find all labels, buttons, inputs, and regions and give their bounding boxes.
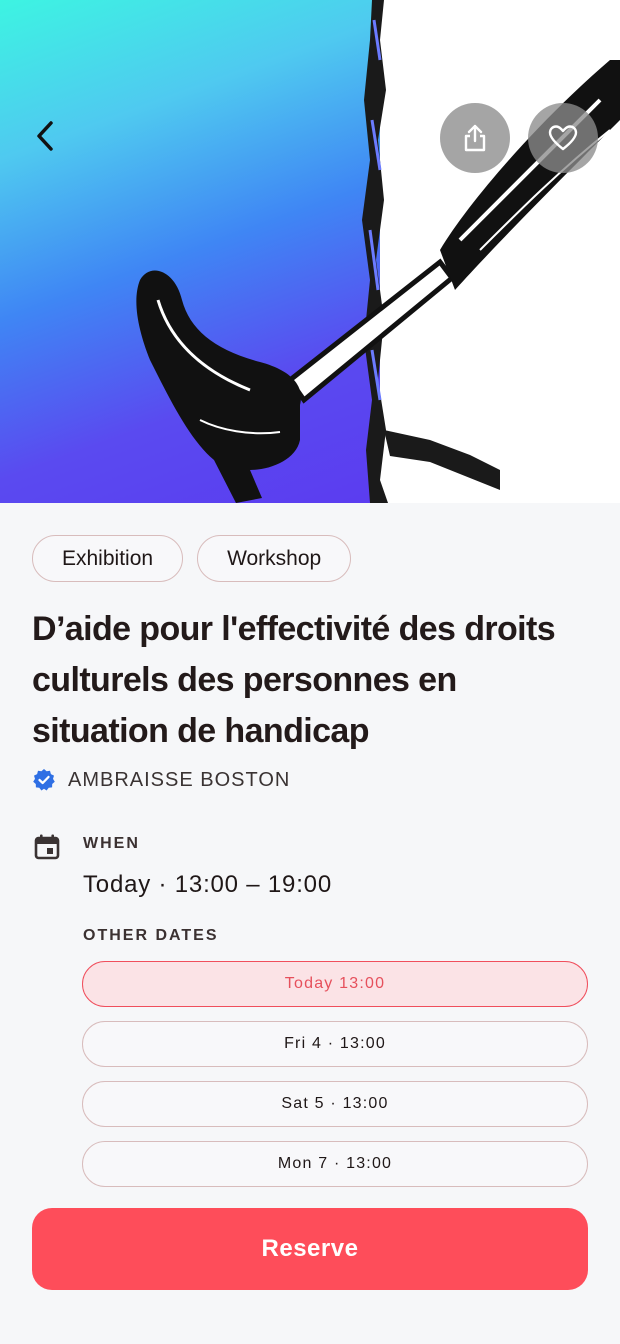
tag-exhibition[interactable]: Exhibition	[32, 535, 184, 582]
verified-badge-icon	[33, 769, 55, 791]
when-value: Today · 13:00 – 19:00	[83, 871, 332, 898]
share-icon	[464, 124, 486, 152]
other-dates-label: OTHER DATES	[83, 927, 219, 944]
favorite-button[interactable]	[528, 103, 598, 173]
event-title: D’aide pour l'effectivité des droits cul…	[32, 610, 556, 750]
organizer-name: AMBRAISSE BOSTON	[68, 768, 291, 791]
date-option-mon-7[interactable]: Mon 7 · 13:00	[82, 1141, 588, 1187]
date-option-sat-5[interactable]: Sat 5 · 13:00	[82, 1081, 588, 1127]
tag-workshop[interactable]: Workshop	[197, 535, 352, 582]
hero-artwork	[136, 0, 620, 503]
reserve-button[interactable]: Reserve	[32, 1208, 588, 1290]
date-option-fri-4[interactable]: Fri 4 · 13:00	[82, 1021, 588, 1067]
back-button[interactable]	[22, 112, 70, 160]
date-option-today[interactable]: Today 13:00	[82, 961, 588, 1007]
category-tags: Exhibition Workshop	[32, 535, 352, 582]
back-arrow-icon	[37, 121, 53, 151]
calendar-icon	[34, 834, 60, 860]
share-button[interactable]	[440, 103, 510, 173]
when-label: WHEN	[83, 835, 140, 852]
heart-icon	[548, 125, 578, 151]
hero-image	[0, 0, 620, 503]
organizer[interactable]: AMBRAISSE BOSTON	[32, 768, 290, 792]
